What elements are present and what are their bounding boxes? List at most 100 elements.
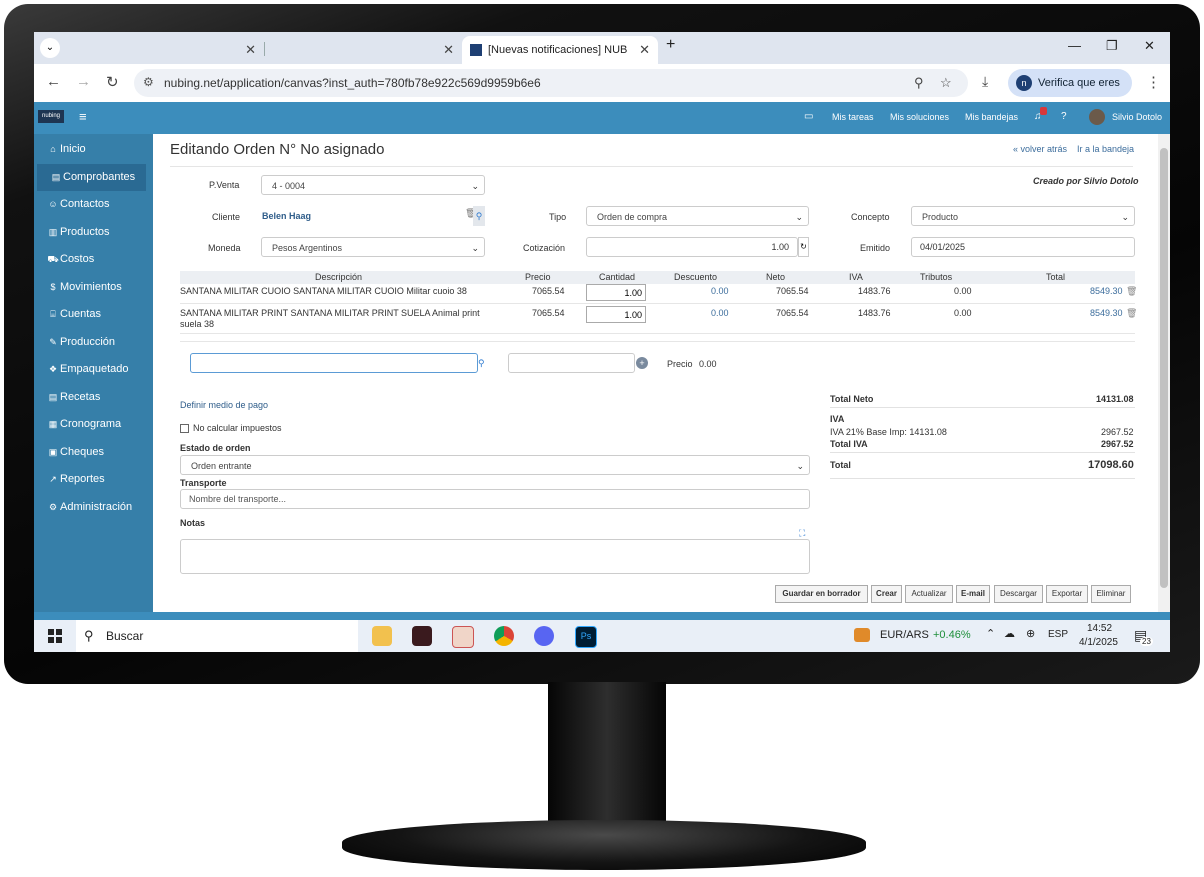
bookmark-star-icon[interactable]: ☆ xyxy=(940,75,952,91)
trash-icon[interactable]: 🗑 xyxy=(1126,308,1137,319)
download-icon[interactable]: ⤓ xyxy=(982,73,988,90)
close-window-button[interactable]: ✕ xyxy=(1144,38,1155,54)
chart-icon: ↗ xyxy=(49,474,57,484)
emitido-input[interactable]: 04/01/2025 xyxy=(911,237,1135,257)
payment-method-link[interactable]: Definir medio de pago xyxy=(180,400,268,410)
sidebar-item-contactos[interactable]: ☺ Contactos xyxy=(34,191,153,218)
nav-mis-bandejas[interactable]: Mis bandejas xyxy=(965,112,1018,122)
avatar[interactable] xyxy=(1089,109,1105,125)
app-icon[interactable] xyxy=(412,626,432,646)
close-icon[interactable]: ✕ xyxy=(443,36,454,64)
close-icon[interactable]: ✕ xyxy=(245,36,256,64)
nav-mis-tareas[interactable]: Mis tareas xyxy=(832,112,874,122)
create-button[interactable]: Crear xyxy=(871,585,902,603)
item-cantidad-input[interactable]: 1.00 xyxy=(586,284,646,301)
hamburger-menu-icon[interactable]: ≡ xyxy=(79,109,87,124)
moneda-select[interactable]: Pesos Argentinos ⌄ xyxy=(261,237,485,257)
sidebar-item-inicio[interactable]: ⌂ Inicio xyxy=(34,136,153,163)
new-tab-button[interactable]: + xyxy=(666,36,675,54)
clock-time[interactable]: 14:52 xyxy=(1087,623,1112,634)
tray-link[interactable]: Ir a la bandeja xyxy=(1077,144,1134,154)
chevron-up-icon[interactable]: ⌃ xyxy=(986,627,995,640)
item-descuento[interactable]: 0.00 xyxy=(711,308,729,319)
row-divider xyxy=(180,303,1135,304)
no-tax-checkbox[interactable] xyxy=(180,424,189,433)
sidebar-item-cuentas[interactable]: ⌸ Cuentas xyxy=(34,301,153,328)
maximize-button[interactable]: ❐ xyxy=(1106,38,1118,54)
scrollbar[interactable] xyxy=(1158,134,1170,612)
windows-start-icon[interactable] xyxy=(48,629,62,643)
close-icon[interactable]: ✕ xyxy=(639,36,650,64)
refresh-icon[interactable]: ↻ xyxy=(798,237,809,257)
notas-textarea[interactable] xyxy=(180,539,810,574)
quantity-input[interactable] xyxy=(508,353,635,373)
discord-icon[interactable] xyxy=(534,626,554,646)
sidebar-item-administracion[interactable]: ⚙ Administración xyxy=(34,494,153,521)
menu-dots-icon[interactable]: ⋮ xyxy=(1146,73,1161,91)
sidebar-item-costos[interactable]: ⛟Costos xyxy=(34,246,153,273)
photoshop-icon[interactable]: Ps xyxy=(575,626,597,648)
back-link[interactable]: « volver atrás xyxy=(1013,144,1067,154)
sidebar-item-reportes[interactable]: ↗ Reportes xyxy=(34,466,153,493)
expand-icon[interactable]: ⛶ xyxy=(799,528,805,539)
help-icon[interactable]: ? xyxy=(1061,111,1067,122)
sidebar-item-movimientos[interactable]: $ Movimientos xyxy=(34,274,153,301)
item-descuento[interactable]: 0.00 xyxy=(711,286,729,297)
cliente-value[interactable]: Belen Haag xyxy=(262,211,311,221)
chrome-icon[interactable] xyxy=(494,626,514,646)
window-icon[interactable]: ▭ xyxy=(804,111,813,122)
search-icon[interactable]: ⚲ xyxy=(478,353,488,373)
concepto-select[interactable]: Producto ⌄ xyxy=(911,206,1135,226)
sidebar-item-empaquetado[interactable]: ❖ Empaquetado xyxy=(34,356,153,383)
clock-date[interactable]: 4/1/2025 xyxy=(1079,637,1118,648)
save-draft-button[interactable]: Guardar en borrador xyxy=(775,585,868,603)
update-button[interactable]: Actualizar xyxy=(905,585,953,603)
verify-chip[interactable]: nVerifica que eres tú xyxy=(1008,69,1132,117)
file-explorer-icon[interactable] xyxy=(372,626,392,646)
user-name[interactable]: Silvio Dotolo xyxy=(1112,112,1162,122)
omnibox[interactable]: ⚙ nubing.net/application/canvas?inst_aut… xyxy=(134,69,968,97)
download-button[interactable]: Descargar xyxy=(994,585,1043,603)
sidebar-item-recetas[interactable]: ▤ Recetas xyxy=(34,384,153,411)
trash-icon[interactable]: 🗑 xyxy=(1126,286,1137,297)
nubing-logo[interactable]: nubing xyxy=(38,110,64,123)
scrollbar-thumb[interactable] xyxy=(1160,148,1168,588)
site-info-icon[interactable]: ⚙ xyxy=(143,75,154,89)
item-total[interactable]: 8549.30 xyxy=(1090,286,1123,297)
estado-select[interactable]: Orden entrante ⌄ xyxy=(180,455,810,475)
tipo-select[interactable]: Orden de compra ⌄ xyxy=(586,206,809,226)
back-icon[interactable]: ← xyxy=(46,73,61,90)
zoom-search-icon[interactable]: ⚲ xyxy=(914,75,924,91)
concepto-value: Producto xyxy=(922,212,959,222)
item-cantidad-input[interactable]: 1.00 xyxy=(586,306,646,323)
sidebar-item-productos[interactable]: ▥ Productos xyxy=(34,219,153,246)
add-icon[interactable]: + xyxy=(636,357,648,369)
ticker-label[interactable]: EUR/ARS xyxy=(880,629,929,641)
transporte-input[interactable]: Nombre del transporte... xyxy=(180,489,810,509)
pventa-select[interactable]: 4 - 0004 ⌄ xyxy=(261,175,485,195)
sidebar-item-cronograma[interactable]: ▦ Cronograma xyxy=(34,411,153,438)
search-icon[interactable]: ⚲ xyxy=(473,206,485,226)
cloud-icon[interactable]: ☁ xyxy=(1004,627,1015,640)
export-button[interactable]: Exportar xyxy=(1046,585,1088,603)
nav-mis-soluciones[interactable]: Mis soluciones xyxy=(890,112,949,122)
sidebar-item-comprobantes[interactable]: ▤ Comprobantes xyxy=(37,163,146,191)
taskbar-search-box[interactable]: ⚲ Buscar xyxy=(76,620,358,652)
sidebar-item-cheques[interactable]: ▣ Cheques xyxy=(34,439,153,466)
browser-tab[interactable]: ✕ xyxy=(266,36,462,64)
cotizacion-input[interactable]: 1.00 xyxy=(586,237,798,257)
tab-search-button[interactable]: ⌄ xyxy=(40,38,60,58)
image-viewer-icon[interactable] xyxy=(452,626,474,648)
item-total[interactable]: 8549.30 xyxy=(1090,308,1123,319)
delete-button[interactable]: Eliminar xyxy=(1091,585,1131,603)
sidebar-item-produccion[interactable]: ✎ Producción xyxy=(34,329,153,356)
product-search-input[interactable] xyxy=(190,353,478,373)
language-indicator[interactable]: ESP xyxy=(1048,629,1068,640)
forward-icon[interactable]: → xyxy=(76,73,91,90)
browser-tab[interactable]: ✕ xyxy=(68,36,264,64)
browser-tab-active[interactable]: [Nuevas notificaciones] NUBING ✕ xyxy=(462,36,658,64)
globe-icon[interactable]: ⊕ xyxy=(1026,627,1035,640)
minimize-button[interactable]: — xyxy=(1068,38,1081,53)
email-button[interactable]: E-mail xyxy=(956,585,990,603)
reload-icon[interactable]: ↻ xyxy=(106,73,119,91)
